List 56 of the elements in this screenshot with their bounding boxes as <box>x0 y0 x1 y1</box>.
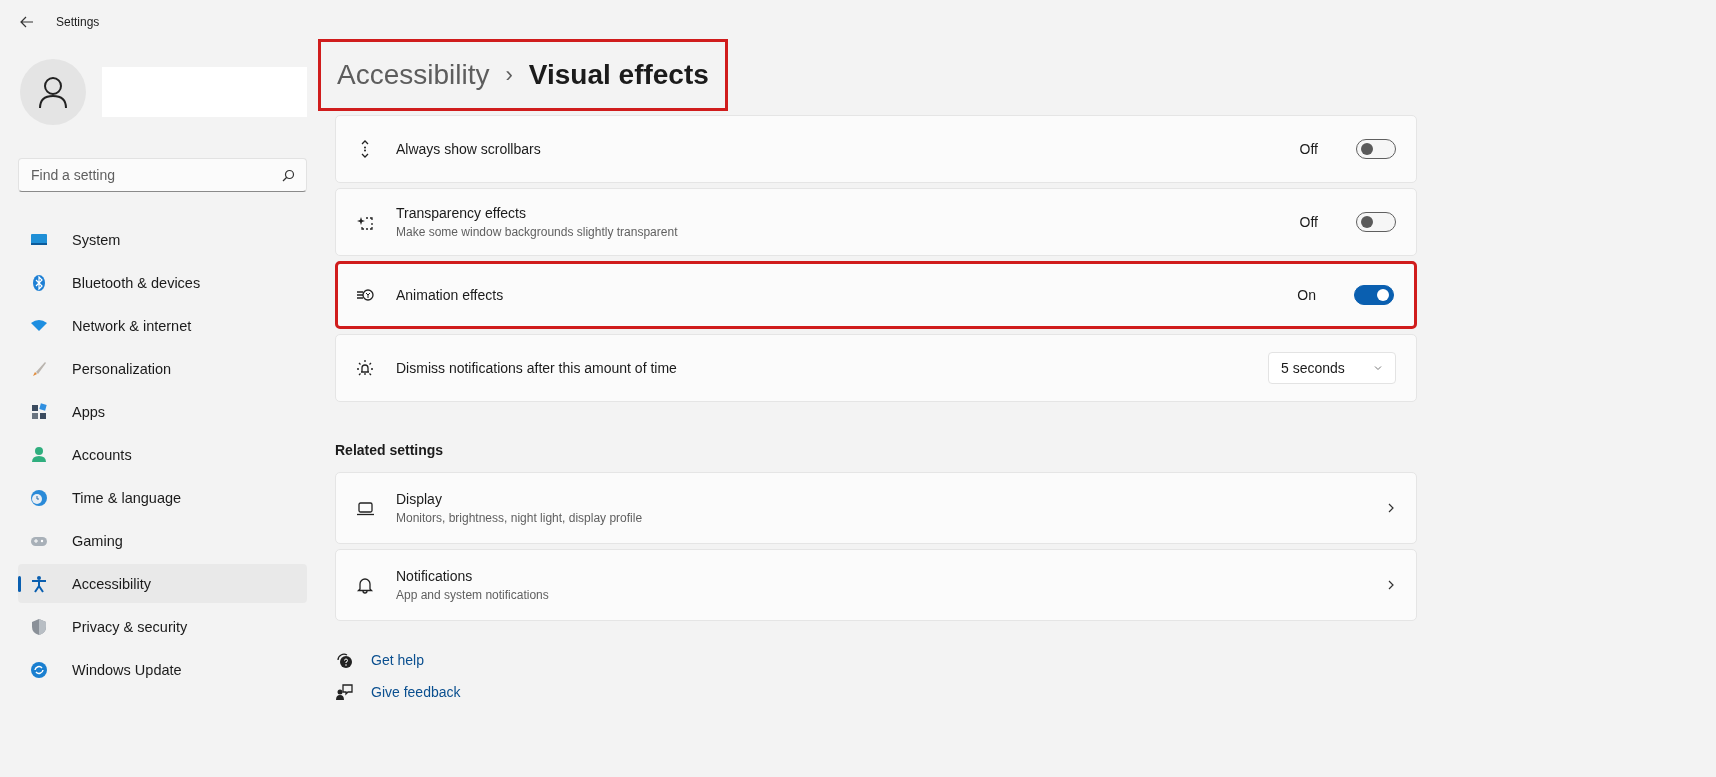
page-title: Visual effects <box>528 59 709 91</box>
sidebar-item[interactable]: Windows Update <box>18 650 307 689</box>
sidebar-item[interactable]: Gaming <box>18 521 307 560</box>
setting-title: Notifications <box>396 568 474 584</box>
nav-icon <box>30 660 48 679</box>
chevron-down-icon <box>1373 363 1383 373</box>
toggle-switch[interactable] <box>1356 212 1396 232</box>
toggle-state-label: Off <box>1299 214 1318 230</box>
dropdown[interactable]: 5 seconds <box>1268 352 1396 384</box>
related-setting-card[interactable]: Notifications App and system notifications <box>335 549 1417 621</box>
sidebar-item[interactable]: System <box>18 220 307 259</box>
back-arrow-icon[interactable] <box>20 15 34 29</box>
nav-icon <box>30 359 48 378</box>
breadcrumb-separator: › <box>505 62 513 88</box>
chevron-right-icon <box>1386 580 1396 590</box>
toggle-switch[interactable] <box>1356 139 1396 159</box>
search-icon <box>282 169 295 182</box>
setting-title: Always show scrollbars <box>396 141 542 157</box>
toggle-state-label: Off <box>1299 141 1318 157</box>
sidebar-item[interactable]: Network & internet <box>18 306 307 345</box>
feedback-icon <box>335 683 353 701</box>
nav-icon <box>30 445 48 464</box>
toggle-state-label: On <box>1297 287 1316 303</box>
sidebar-item[interactable]: Personalization <box>18 349 307 388</box>
nav-icon <box>30 488 48 507</box>
chevron-right-icon <box>1386 503 1396 513</box>
setting-icon <box>356 286 374 304</box>
sidebar-item[interactable]: Apps <box>18 392 307 431</box>
setting-description: App and system notifications <box>396 588 550 602</box>
nav-icon <box>30 617 48 636</box>
setting-title: Dismiss notifications after this amount of time <box>396 360 678 376</box>
nav-icon <box>30 273 48 292</box>
setting-title: Transparency effects <box>396 205 527 221</box>
setting-description: Make some window backgrounds slightly transparent <box>396 225 679 239</box>
setting-description: Monitors, brightness, night light, display profile <box>396 511 644 525</box>
toggle-switch[interactable] <box>1354 285 1394 305</box>
sidebar-item[interactable]: Time & language <box>18 478 307 517</box>
window-title: Settings <box>56 15 100 29</box>
help-link[interactable]: Get help <box>371 652 424 668</box>
help-icon <box>335 651 353 669</box>
bell-icon <box>356 576 374 594</box>
sidebar-item[interactable]: Privacy & security <box>18 607 307 646</box>
sidebar-item[interactable]: Accounts <box>18 435 307 474</box>
breadcrumb-parent[interactable]: Accessibility <box>337 59 490 91</box>
sidebar-item[interactable]: Bluetooth & devices <box>18 263 307 302</box>
laptop-icon <box>356 499 374 517</box>
sidebar-item[interactable]: Accessibility <box>18 564 307 603</box>
setting-icon <box>356 359 374 377</box>
search-field[interactable]: Find a setting <box>18 158 307 192</box>
section-heading: Related settings <box>335 442 445 458</box>
help-link[interactable]: Give feedback <box>371 684 461 700</box>
setting-title: Display <box>396 491 443 507</box>
nav-icon <box>30 574 48 593</box>
nav-icon <box>30 402 48 421</box>
related-setting-card[interactable]: Display Monitors, brightness, night light, display profile <box>335 472 1417 544</box>
setting-title: Animation effects <box>396 287 505 303</box>
